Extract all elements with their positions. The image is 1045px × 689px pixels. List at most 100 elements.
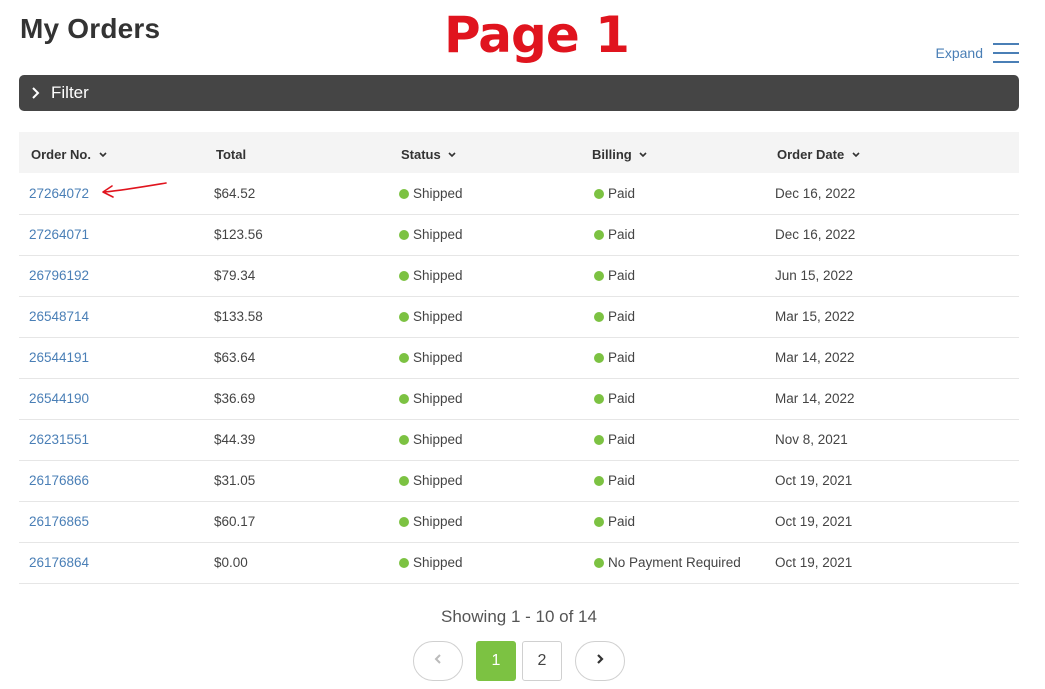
status-dot-icon (594, 271, 604, 281)
expand-button[interactable]: Expand (936, 42, 1019, 64)
column-header-order-no[interactable]: Order No. (19, 132, 206, 173)
order-number-cell: 26231551 (19, 419, 206, 461)
chevron-down-icon (99, 146, 107, 161)
status-text: Shipped (413, 473, 463, 488)
order-number-cell: 26544191 (19, 337, 206, 379)
table-row: 26176864 $0.00 Shipped No Payment Required O… (19, 542, 1019, 584)
column-header-billing[interactable]: Billing (578, 132, 762, 173)
billing-status-cell: Paid (578, 296, 762, 338)
table-row: 26544190 $36.69 Shipped Paid Mar 14, 2022 (19, 378, 1019, 420)
order-status-cell: Shipped (391, 542, 578, 584)
status-dot-icon (399, 271, 409, 281)
order-number-link[interactable]: 27264071 (29, 227, 89, 242)
status-dot-icon (399, 394, 409, 404)
order-status-cell: Shipped (391, 296, 578, 338)
billing-text: Paid (608, 309, 636, 324)
chevron-down-icon (448, 146, 456, 161)
column-label: Status (401, 147, 441, 162)
order-number-cell: 26544190 (19, 378, 206, 420)
previous-page-button[interactable] (413, 641, 463, 681)
billing-text: Paid (608, 432, 636, 447)
billing-text: Paid (608, 268, 636, 283)
table-row: 26544191 $63.64 Shipped Paid Mar 14, 2022 (19, 337, 1019, 379)
order-number-cell: 26796192 (19, 255, 206, 297)
order-number-link[interactable]: 26548714 (29, 309, 89, 324)
expand-label: Expand (935, 45, 983, 61)
billing-text: Paid (608, 350, 636, 365)
order-total-cell: $64.52 (206, 173, 391, 215)
hand-drawn-arrow-icon (102, 182, 167, 198)
order-number-cell: 26176865 (19, 501, 206, 543)
order-number-link[interactable]: 27264072 (29, 186, 89, 201)
column-header-order-date[interactable]: Order Date (762, 132, 1019, 173)
order-status-cell: Shipped (391, 419, 578, 461)
table-row: 27264071 $123.56 Shipped Paid Dec 16, 2022 (19, 214, 1019, 256)
column-header-status[interactable]: Status (391, 132, 578, 173)
order-date-cell: Dec 16, 2022 (762, 173, 1019, 215)
billing-status-cell: Paid (578, 460, 762, 502)
status-dot-icon (594, 353, 604, 363)
next-page-button[interactable] (575, 641, 625, 681)
status-dot-icon (594, 558, 604, 568)
pagination-summary: Showing 1 - 10 of 14 (441, 607, 597, 626)
status-text: Shipped (413, 555, 463, 570)
order-date-cell: Dec 16, 2022 (762, 214, 1019, 256)
status-text: Shipped (413, 309, 463, 324)
order-date-cell: Mar 14, 2022 (762, 337, 1019, 379)
billing-status-cell: Paid (578, 337, 762, 379)
status-text: Shipped (413, 432, 463, 447)
page-button-1[interactable]: 1 (476, 641, 516, 681)
order-number-link[interactable]: 26544191 (29, 350, 89, 365)
order-number-link[interactable]: 26796192 (29, 268, 89, 283)
billing-status-cell: No Payment Required (578, 542, 762, 584)
status-text: Shipped (413, 514, 463, 529)
order-date-cell: Mar 14, 2022 (762, 378, 1019, 420)
status-dot-icon (399, 188, 409, 199)
order-status-cell: Shipped (391, 337, 578, 379)
status-dot-icon (399, 517, 409, 527)
order-number-link[interactable]: 26231551 (29, 432, 89, 447)
status-dot-icon (594, 230, 604, 240)
table-row: 26231551 $44.39 Shipped Paid Nov 8, 2021 (19, 419, 1019, 461)
billing-text: Paid (608, 514, 636, 529)
order-date-cell: Oct 19, 2021 (762, 501, 1019, 543)
order-date-cell: Mar 15, 2022 (762, 296, 1019, 338)
order-date-cell: Oct 19, 2021 (762, 542, 1019, 584)
status-dot-icon (594, 394, 604, 404)
billing-text: Paid (608, 185, 636, 201)
hamburger-menu-icon (993, 42, 1019, 64)
order-total-cell: $63.64 (206, 337, 391, 379)
status-text: Shipped (413, 350, 463, 365)
order-total-cell: $0.00 (206, 542, 391, 584)
order-number-cell: 26176864 (19, 542, 206, 584)
status-dot-icon (594, 312, 604, 322)
order-date-cell: Oct 19, 2021 (762, 460, 1019, 502)
order-status-cell: Shipped (391, 501, 578, 543)
status-dot-icon (594, 476, 604, 486)
order-status-cell: Shipped (391, 255, 578, 297)
order-number-link[interactable]: 26176866 (29, 473, 89, 488)
order-number-link[interactable]: 26176865 (29, 514, 89, 529)
billing-text: Paid (608, 391, 636, 406)
status-dot-icon (399, 435, 409, 445)
status-dot-icon (399, 312, 409, 322)
table-row: 26176865 $60.17 Shipped Paid Oct 19, 2021 (19, 501, 1019, 543)
order-date-cell: Nov 8, 2021 (762, 419, 1019, 461)
billing-status-cell: Paid (578, 501, 762, 543)
billing-status-cell: Paid (578, 255, 762, 297)
column-header-total: Total (206, 132, 391, 173)
order-number-link[interactable]: 26544190 (29, 391, 89, 406)
filter-toggle[interactable]: Filter (19, 75, 1019, 111)
status-dot-icon (399, 230, 409, 240)
order-number-link[interactable]: 26176864 (29, 555, 89, 570)
page-button-2[interactable]: 2 (522, 641, 562, 681)
order-total-cell: $44.39 (206, 419, 391, 461)
order-date-cell: Jun 15, 2022 (762, 255, 1019, 297)
status-text: Shipped (413, 227, 463, 242)
order-total-cell: $36.69 (206, 378, 391, 420)
billing-status-cell: Paid (578, 378, 762, 420)
chevron-down-icon (639, 146, 647, 161)
order-total-cell: $123.56 (206, 214, 391, 256)
column-label: Total (216, 146, 247, 162)
status-dot-icon (594, 517, 604, 527)
